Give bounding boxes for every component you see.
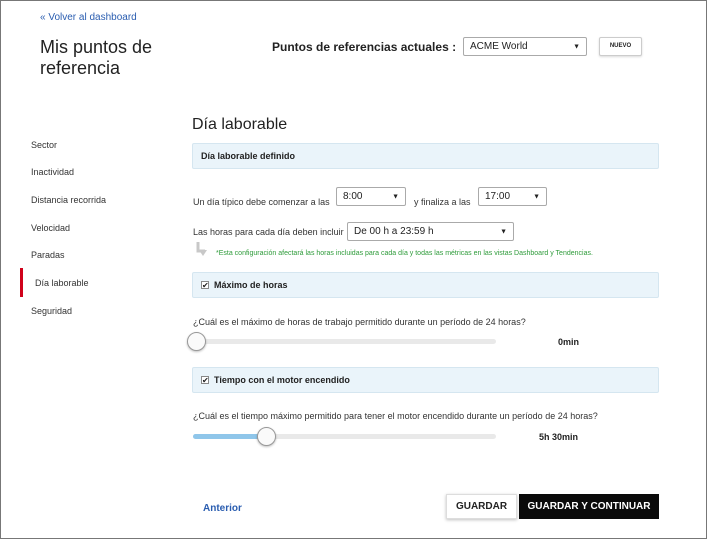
reference-points-label: Puntos de referencias actuales :: [272, 40, 457, 54]
max-hours-checkbox[interactable]: ✔: [201, 281, 209, 290]
page-frame: [0, 0, 707, 539]
max-hours-label: Máximo de horas: [214, 280, 288, 290]
workday-hours-value: De 00 h a 23:59 h: [354, 226, 434, 237]
chevron-down-icon: ▼: [500, 228, 507, 235]
page-title: Mis puntos de referencia: [40, 37, 153, 78]
workday-note: *Esta configuración afectará las horas i…: [216, 250, 593, 257]
sidebar-item-distancia-recorrida[interactable]: Distancia recorrida: [31, 195, 106, 205]
engine-time-question: ¿Cuál es el tiempo máximo permitido para…: [193, 411, 598, 421]
section-title: Día laborable: [192, 116, 288, 133]
workday-end-select[interactable]: 17:00 ▼: [478, 187, 547, 206]
previous-link[interactable]: Anterior: [203, 503, 242, 514]
workday-hours-label: Las horas para cada día deben incluir: [193, 227, 344, 237]
max-hours-question: ¿Cuál es el máximo de horas de trabajo p…: [193, 317, 526, 327]
max-hours-slider-track[interactable]: [193, 339, 496, 344]
max-hours-value: 0min: [558, 337, 580, 347]
sidebar-item-paradas[interactable]: Paradas: [31, 250, 65, 260]
reference-point-select[interactable]: ACME World ▼: [463, 37, 587, 56]
workday-hours-select[interactable]: De 00 h a 23:59 h ▼: [347, 222, 514, 241]
chevron-down-icon: ▼: [392, 193, 399, 200]
workday-start-select[interactable]: 8:00 ▼: [336, 187, 406, 206]
back-to-dashboard-link[interactable]: « Volver al dashboard: [40, 12, 137, 23]
new-reference-button[interactable]: NUEVO: [599, 37, 642, 56]
sidebar-item-dia-laborable[interactable]: Día laborable: [35, 278, 89, 288]
engine-time-slider-track[interactable]: [193, 434, 496, 439]
corner-arrow-icon: [196, 242, 207, 256]
engine-time-label: Tiempo con el motor encendido: [214, 375, 350, 385]
workday-end-value: 17:00: [485, 191, 511, 202]
sidebar-item-velocidad[interactable]: Velocidad: [31, 223, 70, 233]
engine-time-slider-thumb[interactable]: [256, 427, 276, 446]
save-and-continue-button[interactable]: GUARDAR Y CONTINUAR: [519, 494, 659, 519]
max-hours-slider-thumb[interactable]: [187, 332, 206, 351]
sidebar-item-seguridad[interactable]: Seguridad: [31, 306, 72, 316]
chevron-down-icon: ▼: [573, 43, 580, 50]
workday-defined-panel: Día laborable definido: [192, 143, 659, 169]
chevron-down-icon: ▼: [533, 193, 540, 200]
workday-start-value: 8:00: [343, 191, 363, 202]
sidebar-active-indicator: [20, 268, 23, 297]
reference-point-select-value: ACME World: [470, 41, 528, 52]
max-hours-panel: ✔ Máximo de horas: [192, 272, 659, 298]
sidebar-item-inactividad[interactable]: Inactividad: [31, 167, 74, 177]
engine-time-checkbox[interactable]: ✔: [201, 376, 209, 385]
sidebar-item-sector[interactable]: Sector: [31, 140, 57, 150]
workday-end-label: y finaliza a las: [414, 197, 471, 207]
workday-defined-label: Día laborable definido: [201, 151, 296, 161]
workday-start-label: Un día típico debe comenzar a las: [193, 197, 330, 207]
engine-time-value: 5h 30min: [539, 432, 579, 442]
save-button[interactable]: GUARDAR: [446, 494, 517, 519]
engine-time-panel: ✔ Tiempo con el motor encendido: [192, 367, 659, 393]
engine-time-slider-fill: [193, 434, 266, 439]
